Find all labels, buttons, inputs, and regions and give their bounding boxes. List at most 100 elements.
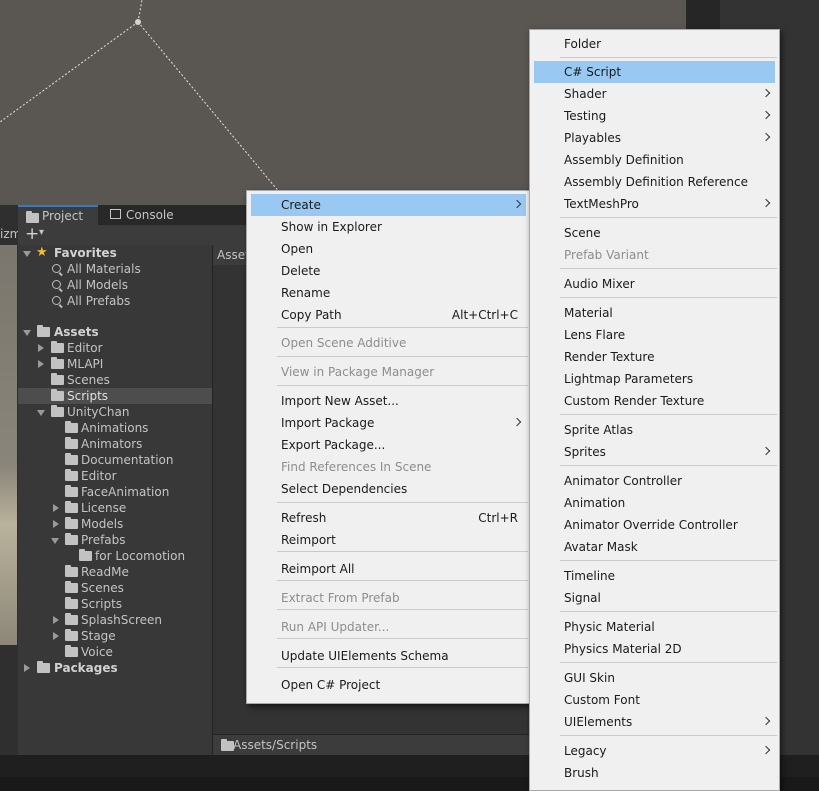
menu-item-open-c-project[interactable]: Open C# Project	[251, 674, 526, 696]
create-item-testing[interactable]: Testing	[534, 105, 775, 127]
menu-item-export-package[interactable]: Export Package...	[251, 434, 526, 456]
menu-item-label: Shader	[564, 87, 607, 101]
create-item-signal[interactable]: Signal	[534, 587, 775, 609]
create-item-assembly-definition[interactable]: Assembly Definition	[534, 149, 775, 171]
tree-item[interactable]: Editor	[67, 340, 103, 356]
menu-item-label: Assembly Definition Reference	[564, 175, 749, 189]
menu-item-delete[interactable]: Delete	[251, 260, 526, 282]
create-item-render-texture[interactable]: Render Texture	[534, 346, 775, 368]
create-item-physics-material-2d[interactable]: Physics Material 2D	[534, 638, 775, 660]
folder-icon	[65, 645, 78, 657]
menu-item-reimport[interactable]: Reimport	[251, 529, 526, 551]
tree-item[interactable]: All Materials	[67, 261, 141, 277]
expand-arrow-icon[interactable]	[53, 632, 59, 640]
folder-icon	[51, 357, 64, 369]
tree-item[interactable]: Documentation	[81, 452, 174, 468]
create-item-gui-skin[interactable]: GUI Skin	[534, 667, 775, 689]
create-item-animation[interactable]: Animation	[534, 492, 775, 514]
menu-item-open[interactable]: Open	[251, 238, 526, 260]
tree-item[interactable]: All Models	[67, 277, 128, 293]
tree-item[interactable]: License	[81, 500, 126, 516]
folder-icon	[37, 661, 50, 673]
create-item-lightmap-parameters[interactable]: Lightmap Parameters	[534, 368, 775, 390]
menu-shortcut: Alt+Ctrl+C	[451, 308, 518, 322]
tree-item[interactable]: ReadMe	[81, 564, 129, 580]
menu-item-refresh[interactable]: Refresh Ctrl+R	[251, 507, 526, 529]
create-item-custom-render-texture[interactable]: Custom Render Texture	[534, 390, 775, 412]
menu-separator	[277, 385, 528, 386]
tree-item-selected[interactable]: Scripts	[67, 388, 108, 404]
create-item-assembly-definition-reference[interactable]: Assembly Definition Reference	[534, 171, 775, 193]
tree-item[interactable]: Scripts	[81, 596, 122, 612]
add-dropdown-caret[interactable]: ▾	[39, 227, 44, 238]
expand-arrow-icon[interactable]	[38, 344, 44, 352]
tree-item[interactable]: Editor	[81, 468, 117, 484]
tree-item[interactable]: Scenes	[81, 580, 124, 596]
tree-item[interactable]: Animators	[81, 436, 142, 452]
tree-item[interactable]: Voice	[81, 644, 113, 660]
create-item-custom-font[interactable]: Custom Font	[534, 689, 775, 711]
tree-item[interactable]: All Prefabs	[67, 293, 130, 309]
expand-arrow-icon[interactable]	[24, 664, 30, 672]
tree-item[interactable]: MLAPI	[67, 356, 103, 372]
tree-item[interactable]: Models	[81, 516, 123, 532]
tree-item[interactable]: UnityChan	[67, 404, 129, 420]
create-item-sprites[interactable]: Sprites	[534, 441, 775, 463]
menu-item-select-dependencies[interactable]: Select Dependencies	[251, 478, 526, 500]
tree-item[interactable]: for Locomotion	[95, 548, 185, 564]
create-item-timeline[interactable]: Timeline	[534, 565, 775, 587]
collapse-arrow-icon[interactable]	[37, 410, 45, 416]
tree-item[interactable]: FaceAnimation	[81, 484, 169, 500]
tree-assets[interactable]: Assets	[54, 324, 99, 340]
tree-item[interactable]: Stage	[81, 628, 116, 644]
folder-icon	[51, 405, 64, 417]
menu-item-label: Assembly Definition	[564, 153, 684, 167]
submenu-chevron-icon	[761, 110, 771, 120]
create-item-audio-mixer[interactable]: Audio Mixer	[534, 273, 775, 295]
menu-item-create[interactable]: Create	[251, 194, 526, 216]
expand-arrow-icon[interactable]	[53, 616, 59, 624]
tree-packages[interactable]: Packages	[54, 660, 118, 676]
folder-icon	[51, 389, 64, 401]
search-icon	[52, 296, 61, 305]
create-item-textmeshpro[interactable]: TextMeshPro	[534, 193, 775, 215]
create-item-sprite-atlas[interactable]: Sprite Atlas	[534, 419, 775, 441]
menu-item-reimport-all[interactable]: Reimport All	[251, 558, 526, 580]
tab-console[interactable]: Console	[102, 205, 196, 225]
expand-arrow-icon[interactable]	[53, 520, 59, 528]
create-item-physic-material[interactable]: Physic Material	[534, 616, 775, 638]
tree-item[interactable]: Prefabs	[81, 532, 126, 548]
collapse-arrow-icon[interactable]	[51, 538, 59, 544]
tab-project[interactable]: Project	[18, 205, 98, 225]
create-item-legacy[interactable]: Legacy	[534, 740, 775, 762]
collapse-arrow-icon[interactable]	[23, 251, 31, 257]
menu-item-show-in-explorer[interactable]: Show in Explorer	[251, 216, 526, 238]
tree-favorites[interactable]: Favorites	[54, 245, 117, 261]
create-item-brush[interactable]: Brush	[534, 762, 775, 784]
expand-arrow-icon[interactable]	[53, 504, 59, 512]
tree-item[interactable]: SplashScreen	[81, 612, 162, 628]
menu-item-import-package[interactable]: Import Package	[251, 412, 526, 434]
expand-arrow-icon[interactable]	[38, 360, 44, 368]
add-button[interactable]: +	[25, 224, 39, 244]
create-item-folder[interactable]: Folder	[534, 33, 775, 55]
tree-item[interactable]: Animations	[81, 420, 148, 436]
menu-item-rename[interactable]: Rename	[251, 282, 526, 304]
create-item-material[interactable]: Material	[534, 302, 775, 324]
project-folder-tree[interactable]: ★ Favorites All Materials All Models All…	[18, 245, 213, 755]
menu-item-import-new-asset[interactable]: Import New Asset...	[251, 390, 526, 412]
create-item-lens-flare[interactable]: Lens Flare	[534, 324, 775, 346]
create-item-animator-controller[interactable]: Animator Controller	[534, 470, 775, 492]
create-item-scene[interactable]: Scene	[534, 222, 775, 244]
create-item-c-script[interactable]: C# Script	[534, 61, 775, 83]
create-item-animator-override-controller[interactable]: Animator Override Controller	[534, 514, 775, 536]
create-item-playables[interactable]: Playables	[534, 127, 775, 149]
create-item-avatar-mask[interactable]: Avatar Mask	[534, 536, 775, 558]
tree-item[interactable]: Scenes	[67, 372, 110, 388]
create-item-uielements[interactable]: UIElements	[534, 711, 775, 733]
create-item-shader[interactable]: Shader	[534, 83, 775, 105]
menu-item-copy-path[interactable]: Copy Path Alt+Ctrl+C	[251, 304, 526, 326]
menu-item-update-uielements-schema[interactable]: Update UIElements Schema	[251, 645, 526, 667]
menu-item-label: Open C# Project	[281, 678, 381, 692]
collapse-arrow-icon[interactable]	[23, 330, 31, 336]
